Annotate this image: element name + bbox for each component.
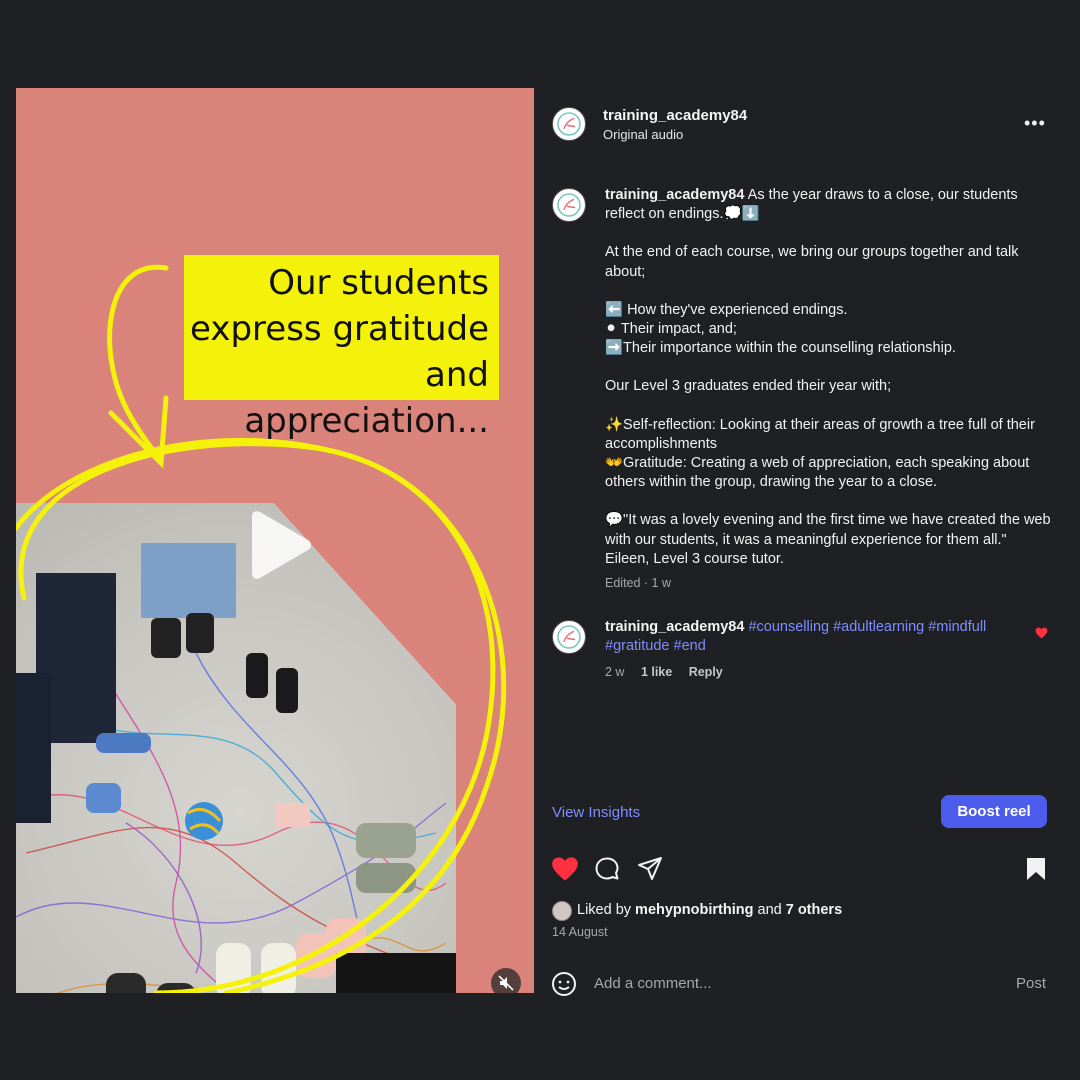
caption-paragraph: At the end of each course, we bring our … bbox=[605, 244, 1019, 280]
username[interactable]: training_academy84 bbox=[603, 107, 747, 124]
headline-line: Our students bbox=[268, 263, 489, 303]
headline-line: express gratitude bbox=[190, 309, 489, 349]
comment-meta: 2 w 1 like Reply bbox=[605, 665, 736, 679]
avatar[interactable] bbox=[552, 107, 586, 141]
post-button[interactable]: Post bbox=[1016, 975, 1046, 992]
headline: Our students express gratitude and appre… bbox=[179, 260, 489, 444]
caption-bullet: ➡️Their importance within the counsellin… bbox=[605, 340, 956, 357]
emoji-icon[interactable] bbox=[551, 971, 577, 1002]
caption-bullet: ⚫ Their impact, and; bbox=[605, 321, 737, 338]
comment-icon[interactable] bbox=[594, 856, 620, 887]
likes-summary: Liked by mehypnobirthing and 7 others bbox=[552, 900, 1052, 922]
post-header: training_academy84 Original audio ••• bbox=[552, 105, 1052, 145]
audio-link[interactable]: Original audio bbox=[603, 127, 683, 142]
edited-timestamp: Edited · 1 w bbox=[605, 576, 672, 591]
muted-speaker-icon[interactable] bbox=[491, 968, 521, 993]
caption-text: training_academy84 As the year draws to … bbox=[605, 186, 1053, 593]
post-date: 14 August bbox=[552, 925, 608, 939]
likes-text: Liked by mehypnobirthing and 7 others bbox=[577, 902, 842, 918]
avatar[interactable] bbox=[552, 188, 586, 222]
liked-and: and bbox=[757, 902, 782, 918]
liked-prefix: Liked by bbox=[577, 902, 632, 918]
boost-reel-button[interactable]: Boost reel bbox=[941, 795, 1047, 828]
caption-reflection: ✨Self-reflection: Looking at their areas… bbox=[605, 416, 1035, 452]
caption-username[interactable]: training_academy84 bbox=[605, 187, 744, 203]
comment-age: 2 w bbox=[605, 665, 625, 679]
liked-others[interactable]: 7 others bbox=[786, 902, 842, 918]
reply-button[interactable]: Reply bbox=[689, 665, 723, 679]
post-modal: Our students express gratitude and appre… bbox=[0, 0, 1080, 1080]
avatar[interactable] bbox=[552, 620, 586, 654]
logo-icon bbox=[557, 625, 581, 649]
more-options-icon[interactable]: ••• bbox=[1024, 113, 1046, 134]
caption-gratitude: 👐Gratitude: Creating a web of appreciati… bbox=[605, 455, 1030, 491]
comment-username[interactable]: training_academy84 bbox=[605, 619, 744, 635]
view-insights-link[interactable]: View Insights bbox=[552, 804, 640, 821]
action-bar bbox=[551, 856, 1051, 886]
logo-icon bbox=[557, 112, 581, 136]
logo-icon bbox=[557, 193, 581, 217]
headline-box: Our students express gratitude and appre… bbox=[184, 255, 499, 441]
heart-icon[interactable] bbox=[1035, 626, 1048, 644]
comment-composer: Add a comment... Post bbox=[551, 968, 1051, 998]
comment-input[interactable]: Add a comment... bbox=[594, 975, 712, 992]
share-icon[interactable] bbox=[637, 856, 663, 887]
bookmark-icon[interactable] bbox=[1025, 856, 1047, 887]
caption-paragraph: Our Level 3 graduates ended their year w… bbox=[605, 378, 892, 395]
comment-text: training_academy84 #counselling #adultle… bbox=[605, 618, 1025, 656]
caption-bullet: ⬅️ How they've experienced endings. bbox=[605, 301, 848, 318]
reel-video[interactable]: Our students express gratitude and appre… bbox=[16, 88, 534, 993]
headline-line: and appreciation... bbox=[244, 355, 489, 441]
caption-quote: 💬"It was a lovely evening and the first … bbox=[605, 512, 1051, 567]
comment-likes[interactable]: 1 like bbox=[641, 665, 672, 679]
play-icon[interactable] bbox=[244, 510, 314, 580]
avatar[interactable] bbox=[552, 901, 572, 921]
liked-user[interactable]: mehypnobirthing bbox=[635, 902, 753, 918]
post-details: training_academy84 Original audio ••• tr… bbox=[534, 88, 1064, 996]
heart-icon[interactable] bbox=[551, 856, 579, 887]
